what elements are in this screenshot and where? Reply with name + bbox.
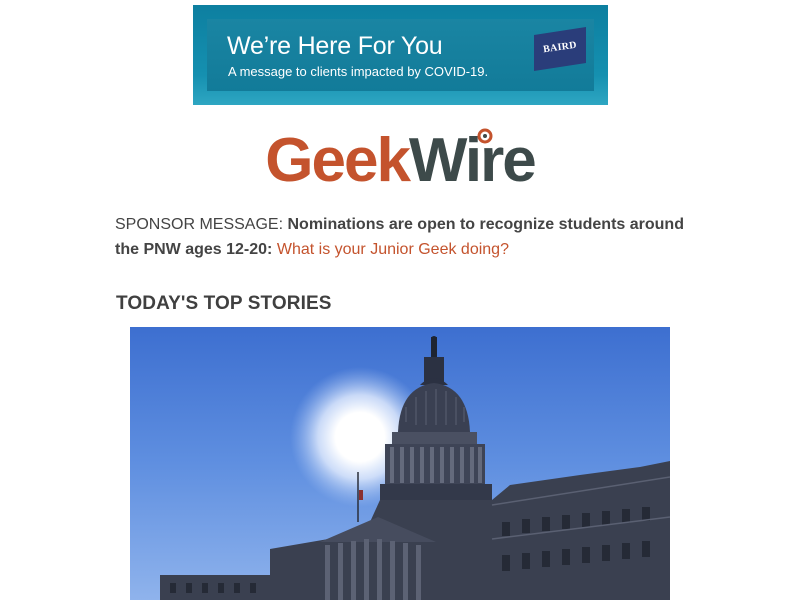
section-heading: TODAY'S TOP STORIES <box>116 293 332 314</box>
banner-title: We’re Here For You <box>227 32 443 60</box>
sponsor-message: SPONSOR MESSAGE: Nominations are open to… <box>115 212 695 262</box>
geekwire-logo[interactable]: GeekWire <box>0 126 800 196</box>
email-page: We’re Here For You A message to clients … <box>0 0 800 600</box>
logo-geek-text: Geek <box>265 126 411 195</box>
banner-panel: We’re Here For You A message to clients … <box>207 19 594 91</box>
banner-subtitle: A message to clients impacted by COVID-1… <box>228 64 489 79</box>
logo-wire-text: Wire <box>408 126 537 195</box>
sponsor-prefix: SPONSOR MESSAGE: <box>115 216 288 233</box>
logo-signal-icon <box>477 128 493 144</box>
capitol-photo-icon <box>130 327 670 600</box>
top-story-image[interactable] <box>130 327 670 600</box>
sponsor-link[interactable]: What is your Junior Geek doing? <box>277 241 509 258</box>
sponsor-banner-ad[interactable]: We’re Here For You A message to clients … <box>193 5 608 105</box>
